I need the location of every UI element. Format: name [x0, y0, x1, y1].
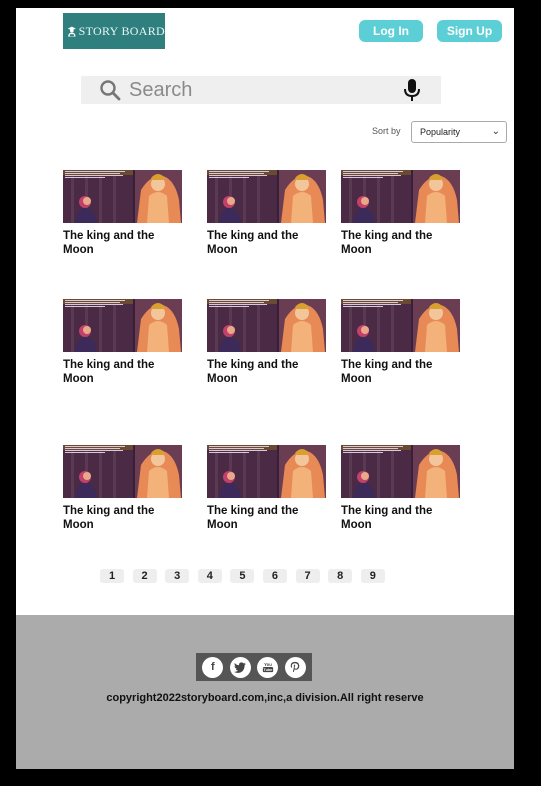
page-button-4[interactable]: 4 [197, 569, 222, 583]
story-card[interactable]: The king and the Moon [207, 299, 327, 386]
reader-logo-icon [67, 26, 76, 37]
story-title[interactable]: The king and the Moon [63, 359, 181, 386]
logo-text: STORY BOARD [78, 23, 165, 38]
youtube-icon[interactable]: You Tube [257, 656, 279, 678]
page-body: STORY BOARD Log In Sign Up Sort by Popul… [16, 8, 514, 615]
story-title[interactable]: The king and the Moon [207, 230, 325, 257]
page-button-7[interactable]: 7 [295, 569, 320, 583]
logo[interactable]: STORY BOARD [63, 13, 165, 49]
svg-text:Tube: Tube [263, 668, 272, 672]
sort-dropdown[interactable]: Popularity ⌄ [411, 121, 507, 143]
story-title[interactable]: The king and the Moon [207, 505, 325, 532]
pagination: 123456789 [100, 569, 393, 583]
story-thumbnail[interactable] [63, 170, 182, 223]
story-thumbnail[interactable] [207, 445, 326, 498]
story-thumbnail[interactable] [207, 170, 326, 223]
sort-selected-value: Popularity [420, 127, 461, 137]
story-title[interactable]: The king and the Moon [207, 359, 325, 386]
page-button-2[interactable]: 2 [132, 569, 157, 583]
story-thumbnail[interactable] [341, 170, 460, 223]
story-title[interactable]: The king and the Moon [63, 505, 181, 532]
story-card[interactable]: The king and the Moon [207, 445, 327, 532]
story-card[interactable]: The king and the Moon [63, 170, 183, 257]
search-icon [100, 80, 121, 101]
copyright-text: copyright2022storyboard.com,inc,a divisi… [106, 692, 424, 704]
social-links: f You Tube [196, 653, 312, 681]
search-bar [81, 76, 441, 104]
story-card[interactable]: The king and the Moon [63, 445, 183, 532]
search-input[interactable] [127, 77, 391, 103]
footer: f You Tube copyright2022storyboard.com,in… [16, 615, 514, 769]
story-card[interactable]: The king and the Moon [341, 299, 461, 386]
page-button-6[interactable]: 6 [262, 569, 287, 583]
chevron-down-icon: ⌄ [491, 126, 500, 137]
story-card[interactable]: The king and the Moon [207, 170, 327, 257]
signup-button[interactable]: Sign Up [437, 20, 502, 42]
page-button-1[interactable]: 1 [100, 569, 124, 583]
story-thumbnail[interactable] [341, 299, 460, 352]
story-thumbnail[interactable] [63, 445, 182, 498]
story-thumbnail[interactable] [63, 299, 182, 352]
login-button[interactable]: Log In [359, 20, 423, 42]
story-title[interactable]: The king and the Moon [63, 230, 181, 257]
pinterest-icon[interactable] [284, 656, 306, 678]
svg-text:You: You [264, 662, 272, 667]
story-thumbnail[interactable] [207, 299, 326, 352]
page-button-3[interactable]: 3 [165, 569, 190, 583]
story-card[interactable]: The king and the Moon [341, 445, 461, 532]
microphone-icon[interactable] [403, 79, 421, 101]
story-title[interactable]: The king and the Moon [341, 505, 459, 532]
story-card[interactable]: The king and the Moon [63, 299, 183, 386]
twitter-icon[interactable] [229, 656, 251, 678]
story-title[interactable]: The king and the Moon [341, 230, 459, 257]
sort-label: Sort by [372, 126, 401, 136]
page-button-9[interactable]: 9 [360, 569, 385, 583]
facebook-icon[interactable]: f [202, 656, 224, 678]
page-button-8[interactable]: 8 [328, 569, 353, 583]
page-button-5[interactable]: 5 [230, 569, 255, 583]
story-card[interactable]: The king and the Moon [341, 170, 461, 257]
story-title[interactable]: The king and the Moon [341, 359, 459, 386]
story-thumbnail[interactable] [341, 445, 460, 498]
